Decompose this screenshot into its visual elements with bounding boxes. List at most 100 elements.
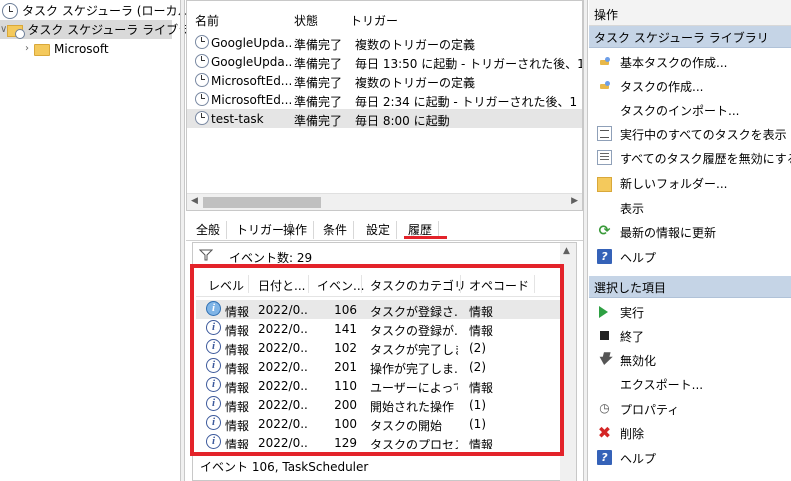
section-selected-item[interactable]: 選択した項目 (589, 276, 791, 298)
action-end[interactable]: 終了 (589, 324, 791, 348)
task-name: MicrosoftEd... (211, 74, 291, 88)
event-id: 102 (334, 341, 357, 355)
tab-general[interactable]: 全般 (190, 221, 228, 239)
tree-root-label: タスク スケジューラ (ローカル) (22, 4, 195, 18)
action-view[interactable]: 表示 (589, 196, 791, 220)
event-row[interactable]: i 情報 2022/0... 110 ユーザーによってト... 情報 (196, 376, 562, 395)
delete-x-icon: ✖ (597, 423, 612, 442)
task-row[interactable]: MicrosoftEd... 準備完了 毎日 2:34 に起動 - トリガーされ… (187, 90, 582, 109)
chevron-down-icon[interactable]: ∨ (0, 24, 7, 35)
action-help-library[interactable]: ? ヘルプ (589, 245, 791, 269)
property-tabs: 全般 トリガー 操作 条件 設定 履歴 (186, 215, 583, 241)
event-id: 141 (334, 322, 357, 336)
column-header-trigger[interactable]: トリガー (350, 12, 398, 29)
help-icon: ? (597, 450, 612, 465)
event-row[interactable]: i 情報 2022/0... 100 タスクの開始 (1) (196, 414, 562, 433)
action-import-task[interactable]: タスクのインポート... (589, 98, 791, 122)
column-header-date[interactable]: 日付と... (258, 277, 305, 294)
event-date: 2022/0... (258, 379, 308, 393)
action-delete[interactable]: ✖ 削除 (589, 421, 791, 445)
event-row[interactable]: i 情報 2022/0... 201 操作が完了しま... (2) (196, 357, 562, 376)
console-tree: タスク スケジューラ (ローカル) ∨ タスク スケジューラ ライブラリ › M… (0, 0, 202, 481)
clock-icon (195, 73, 209, 87)
column-header-status[interactable]: 状態 (294, 12, 318, 29)
clock-icon (195, 54, 209, 68)
history-filter-bar: イベント数: 29 (193, 243, 562, 268)
actions-title-label: 操作 (594, 8, 619, 22)
task-list-header: 名前 状態 トリガー (187, 9, 582, 31)
task-status: 準備完了 (294, 57, 343, 71)
task-trigger: 毎日 2:34 に起動 - トリガーされた後、1 日間 の (355, 95, 582, 109)
action-run[interactable]: 実行 (589, 300, 791, 324)
event-id: 110 (334, 379, 357, 393)
action-new-folder[interactable]: 新しいフォルダー... (589, 171, 791, 195)
info-icon: i (206, 320, 221, 335)
history-vertical-scrollbar[interactable]: ▲ (560, 243, 576, 481)
action-label: ヘルプ (620, 251, 657, 265)
history-panel: イベント数: 29 レベル 日付と... イベン... タスクのカテゴリ オペコ… (192, 242, 577, 481)
scroll-left-icon[interactable]: ◀ (191, 196, 198, 206)
event-level: 情報 (225, 419, 250, 433)
event-date: 2022/0... (258, 360, 308, 374)
event-count: イベント数: 29 (229, 251, 313, 265)
clock-icon (195, 111, 209, 125)
refresh-icon: ⟳ (598, 223, 611, 239)
action-label: ヘルプ (620, 452, 657, 466)
tab-conditions[interactable]: 条件 (317, 221, 355, 239)
action-create-task[interactable]: タスクの作成... (589, 74, 791, 98)
action-label: すべてのタスク履歴を無効にする (620, 152, 791, 166)
history-tab-highlight (404, 236, 447, 239)
wizard-icon (597, 54, 612, 69)
event-row[interactable]: i 情報 2022/0... 200 開始された操作 (1) (196, 395, 562, 414)
horizontal-scrollbar[interactable]: ◀ ▶ (187, 193, 582, 210)
action-export[interactable]: エクスポート... (589, 372, 791, 396)
action-show-running[interactable]: 実行中のすべてのタスクを表示 (589, 122, 791, 146)
task-row[interactable]: GoogleUpda... 準備完了 複数のトリガーの定義 (187, 33, 582, 52)
event-table: レベル 日付と... イベン... タスクのカテゴリ オペコード i 情報 20… (196, 271, 562, 449)
splitter-left[interactable] (180, 0, 185, 481)
event-date: 2022/0... (258, 417, 308, 431)
task-status: 準備完了 (294, 76, 343, 90)
event-id: 129 (334, 436, 357, 449)
action-disable[interactable]: 🡇 無効化 (589, 348, 791, 372)
scrollbar-thumb[interactable] (203, 197, 321, 208)
tree-item-microsoft[interactable]: › Microsoft (20, 39, 109, 58)
tree-item-library[interactable]: ∨ タスク スケジューラ ライブラリ (0, 20, 202, 39)
column-header-event[interactable]: イベン... (317, 277, 364, 294)
action-disable-history[interactable]: すべてのタスク履歴を無効にする (589, 146, 791, 170)
tree-root[interactable]: タスク スケジューラ (ローカル) (2, 1, 194, 20)
action-properties[interactable]: ◷ プロパティ (589, 397, 791, 421)
event-row-selected[interactable]: i 情報 2022/0... 106 タスクが登録さ... 情報 (196, 300, 562, 319)
task-row[interactable]: GoogleUpda... 準備完了 毎日 13:50 に起動 - トリガーされ… (187, 52, 582, 71)
task-trigger: 毎日 13:50 に起動 - トリガーされた後、1 日間 (355, 57, 583, 71)
event-category: ユーザーによってト... (370, 381, 458, 395)
section-library[interactable]: タスク スケジューラ ライブラリ (589, 26, 791, 48)
action-help-selected[interactable]: ? ヘルプ (589, 446, 791, 470)
event-row[interactable]: i 情報 2022/0... 102 タスクが完了しま... (2) (196, 338, 562, 357)
event-table-header: レベル 日付と... イベン... タスクのカテゴリ オペコード (196, 271, 562, 297)
scroll-right-icon[interactable]: ▶ (571, 196, 578, 206)
scroll-up-icon[interactable]: ▲ (563, 246, 570, 256)
task-row[interactable]: MicrosoftEd... 準備完了 複数のトリガーの定義 (187, 71, 582, 90)
column-header-level[interactable]: レベル (208, 277, 244, 294)
tab-actions[interactable]: 操作 (277, 221, 315, 239)
filter-icon[interactable] (199, 249, 213, 261)
column-header-category[interactable]: タスクのカテゴリ (370, 277, 466, 294)
column-header-opcode[interactable]: オペコード (469, 277, 529, 294)
task-row-selected[interactable]: test-task 準備完了 毎日 8:00 に起動 (187, 109, 582, 128)
arrow-down-icon: 🡇 (597, 352, 612, 367)
action-create-basic-task[interactable]: 基本タスクの作成... (589, 50, 791, 74)
tab-settings[interactable]: 設定 (360, 221, 398, 239)
event-level: 情報 (225, 324, 250, 338)
info-icon: i (206, 358, 221, 373)
event-level: 情報 (225, 400, 250, 414)
event-row[interactable]: i 情報 2022/0... 129 タスクのプロセス... 情報 (196, 433, 562, 449)
event-level: 情報 (225, 362, 250, 376)
event-row[interactable]: i 情報 2022/0... 141 タスクの登録が... 情報 (196, 319, 562, 338)
chevron-right-icon[interactable]: › (20, 43, 34, 54)
splitter-right[interactable] (583, 0, 588, 481)
event-category: 開始された操作 (370, 400, 455, 414)
action-refresh[interactable]: ⟳ 最新の情報に更新 (589, 220, 791, 244)
event-level: 情報 (225, 343, 250, 357)
column-header-name[interactable]: 名前 (195, 12, 219, 29)
